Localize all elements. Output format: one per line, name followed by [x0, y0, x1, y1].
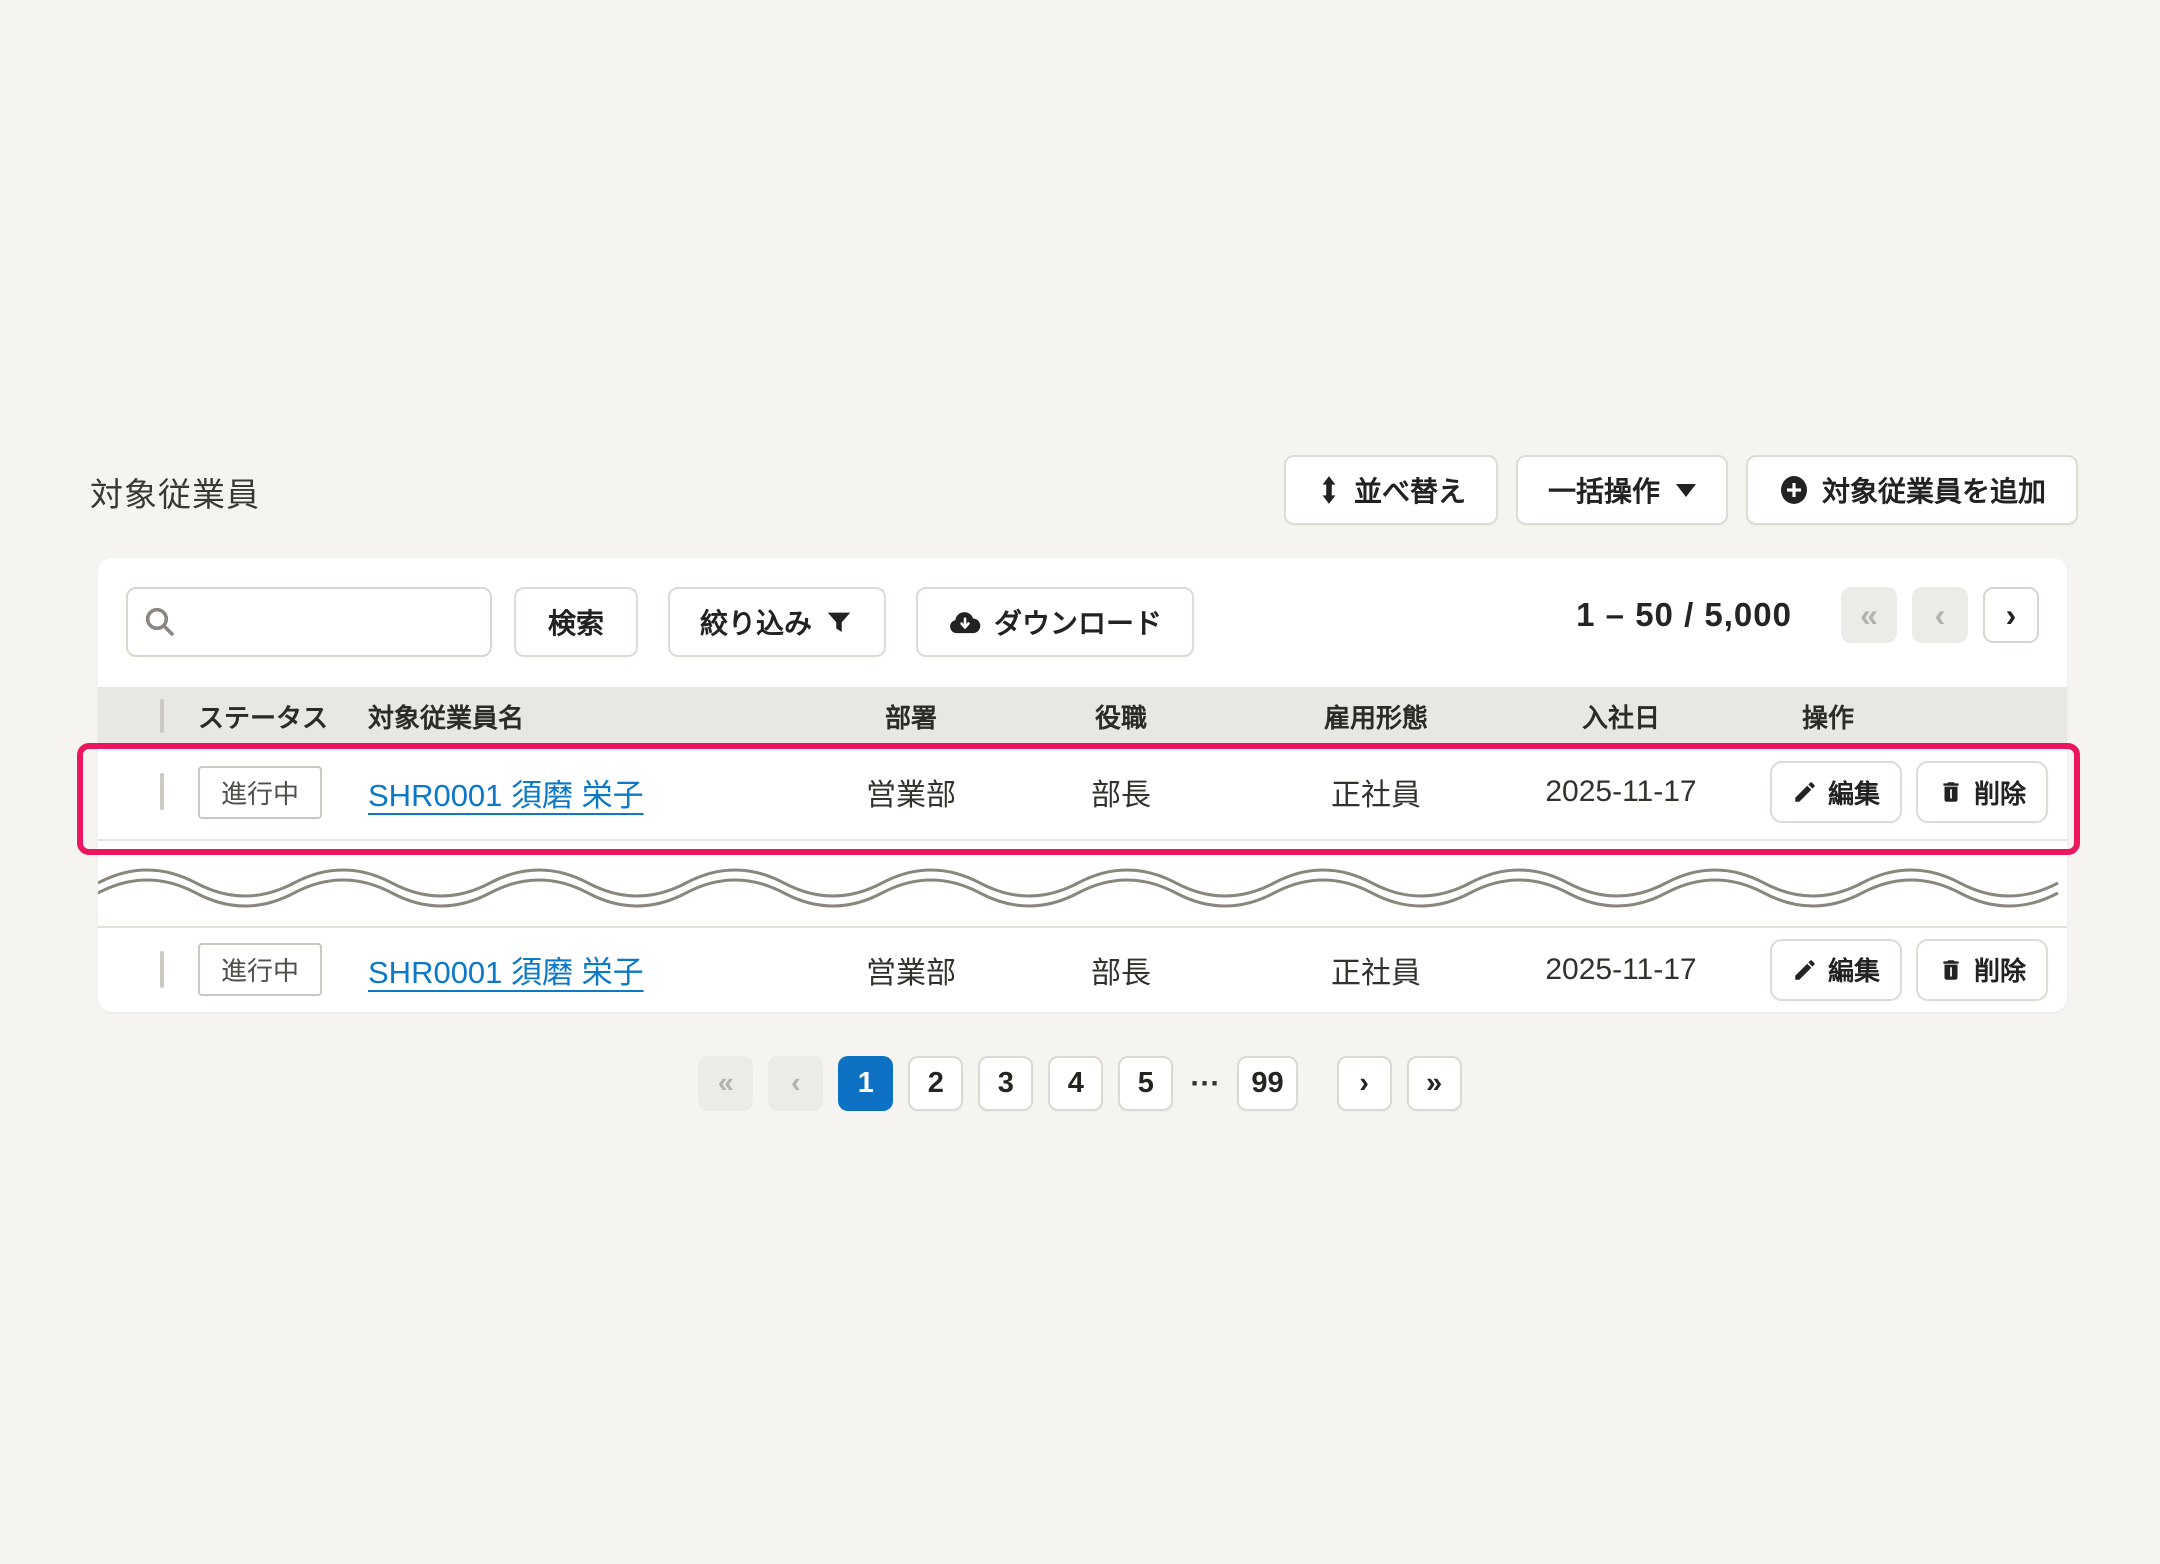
page-title: 対象従業員 [90, 476, 260, 513]
plus-circle-icon [1778, 474, 1810, 506]
sort-arrows-icon [1316, 475, 1342, 505]
funnel-icon [824, 607, 854, 637]
sort-button[interactable]: 並べ替え [1283, 455, 1498, 525]
range-info: 1 – 50 / 5,000 [1576, 596, 1792, 633]
prev-page-button: ‹ [1912, 587, 1968, 643]
download-button[interactable]: ダウンロード [916, 587, 1195, 657]
bulk-actions-label: 一括操作 [1547, 476, 1660, 507]
employment-cell: 正社員 [1331, 779, 1421, 812]
department-cell: 営業部 [866, 956, 956, 990]
sort-button-label: 並べ替え [1353, 476, 1466, 507]
pencil-icon [1792, 779, 1818, 805]
join-date-cell: 2025-11-17 [1545, 775, 1697, 808]
search-button-label: 検索 [548, 608, 605, 639]
trash-icon [1938, 957, 1964, 983]
edit-button-label: 編集 [1828, 956, 1881, 986]
header-operations: 操作 [1802, 702, 1855, 733]
edit-button[interactable]: 編集 [1770, 938, 1903, 1001]
header-toolbar: 並べ替え 一括操作 対象従業員を追加 [1283, 455, 2078, 525]
delete-button[interactable]: 削除 [1916, 761, 2049, 823]
department-cell: 営業部 [866, 779, 956, 812]
add-employee-label: 対象従業員を追加 [1821, 476, 2046, 507]
card-toolbar: 検索 絞り込み ダウンロード 1 – 50 / 5,000 « ‹ › [98, 558, 2067, 687]
header-position: 役職 [1094, 702, 1147, 733]
delete-button-label: 削除 [1974, 956, 2027, 986]
row-checkbox[interactable] [160, 773, 164, 810]
search-input[interactable] [126, 587, 492, 657]
table-header-row: ステータス 対象従業員名 部署 役職 雇用形態 入社日 操作 [98, 687, 2067, 745]
search-icon [142, 604, 178, 640]
header-department: 部署 [884, 702, 937, 733]
bulk-actions-button[interactable]: 一括操作 [1515, 455, 1728, 525]
edit-button[interactable]: 編集 [1770, 761, 1903, 823]
truncation-wave-separator [98, 841, 2067, 926]
download-button-label: ダウンロード [994, 608, 1163, 639]
chevron-down-icon [1675, 483, 1696, 497]
pagination-page-3[interactable]: 3 [978, 1056, 1034, 1111]
table-row: 進行中 SHR0001 須磨 栄子 営業部 部長 正社員 2025-11-17 … [98, 926, 2067, 1011]
pencil-icon [1792, 957, 1818, 983]
position-cell: 部長 [1091, 956, 1151, 990]
filter-button-label: 絞り込み [700, 608, 813, 639]
pagination-page-99[interactable]: 99 [1237, 1056, 1298, 1111]
delete-button[interactable]: 削除 [1916, 938, 2049, 1001]
cloud-download-icon [948, 607, 982, 637]
pagination-first-button: « [698, 1056, 754, 1111]
table-row: 進行中 SHR0001 須磨 栄子 営業部 部長 正社員 2025-11-17 … [98, 745, 2067, 841]
next-page-button[interactable]: › [1983, 587, 2039, 643]
pagination-last-button[interactable]: » [1406, 1056, 1462, 1111]
pagination-ellipsis: ··· [1190, 1066, 1221, 1100]
edit-button-label: 編集 [1828, 778, 1881, 809]
join-date-cell: 2025-11-17 [1545, 952, 1697, 986]
delete-button-label: 削除 [1974, 778, 2027, 809]
filter-button[interactable]: 絞り込み [668, 587, 887, 657]
employee-list-card: 検索 絞り込み ダウンロード 1 – 50 / 5,000 « ‹ › ステータ… [98, 558, 2067, 1012]
search-box [126, 587, 492, 657]
pagination-page-1[interactable]: 1 [838, 1056, 894, 1111]
employee-name-link[interactable]: SHR0001 須磨 栄子 [368, 955, 644, 990]
status-badge: 進行中 [198, 943, 323, 996]
pagination-prev-button: ‹ [768, 1056, 824, 1111]
first-page-button: « [1841, 587, 1897, 643]
pagination-page-4[interactable]: 4 [1048, 1056, 1104, 1111]
status-badge: 進行中 [198, 765, 323, 819]
employment-cell: 正社員 [1331, 956, 1421, 990]
header-join-date: 入社日 [1581, 702, 1660, 733]
row-checkbox[interactable] [160, 950, 164, 988]
employee-name-link[interactable]: SHR0001 須磨 栄子 [368, 778, 644, 813]
position-cell: 部長 [1091, 779, 1151, 812]
search-button[interactable]: 検索 [514, 587, 639, 657]
add-employee-button[interactable]: 対象従業員を追加 [1745, 455, 2078, 525]
header-employee-name: 対象従業員名 [368, 702, 525, 733]
range-area: 1 – 50 / 5,000 « ‹ › [1576, 587, 2039, 643]
pagination-next-button[interactable]: › [1336, 1056, 1392, 1111]
select-all-checkbox[interactable] [160, 698, 164, 733]
header-employment: 雇用形態 [1323, 702, 1428, 733]
header-status: ステータス [198, 702, 329, 733]
pagination-page-5[interactable]: 5 [1118, 1056, 1174, 1111]
pagination: « ‹ 1 2 3 4 5 ··· 99 › » [0, 1056, 2160, 1111]
pagination-page-2[interactable]: 2 [908, 1056, 964, 1111]
trash-icon [1938, 779, 1964, 805]
